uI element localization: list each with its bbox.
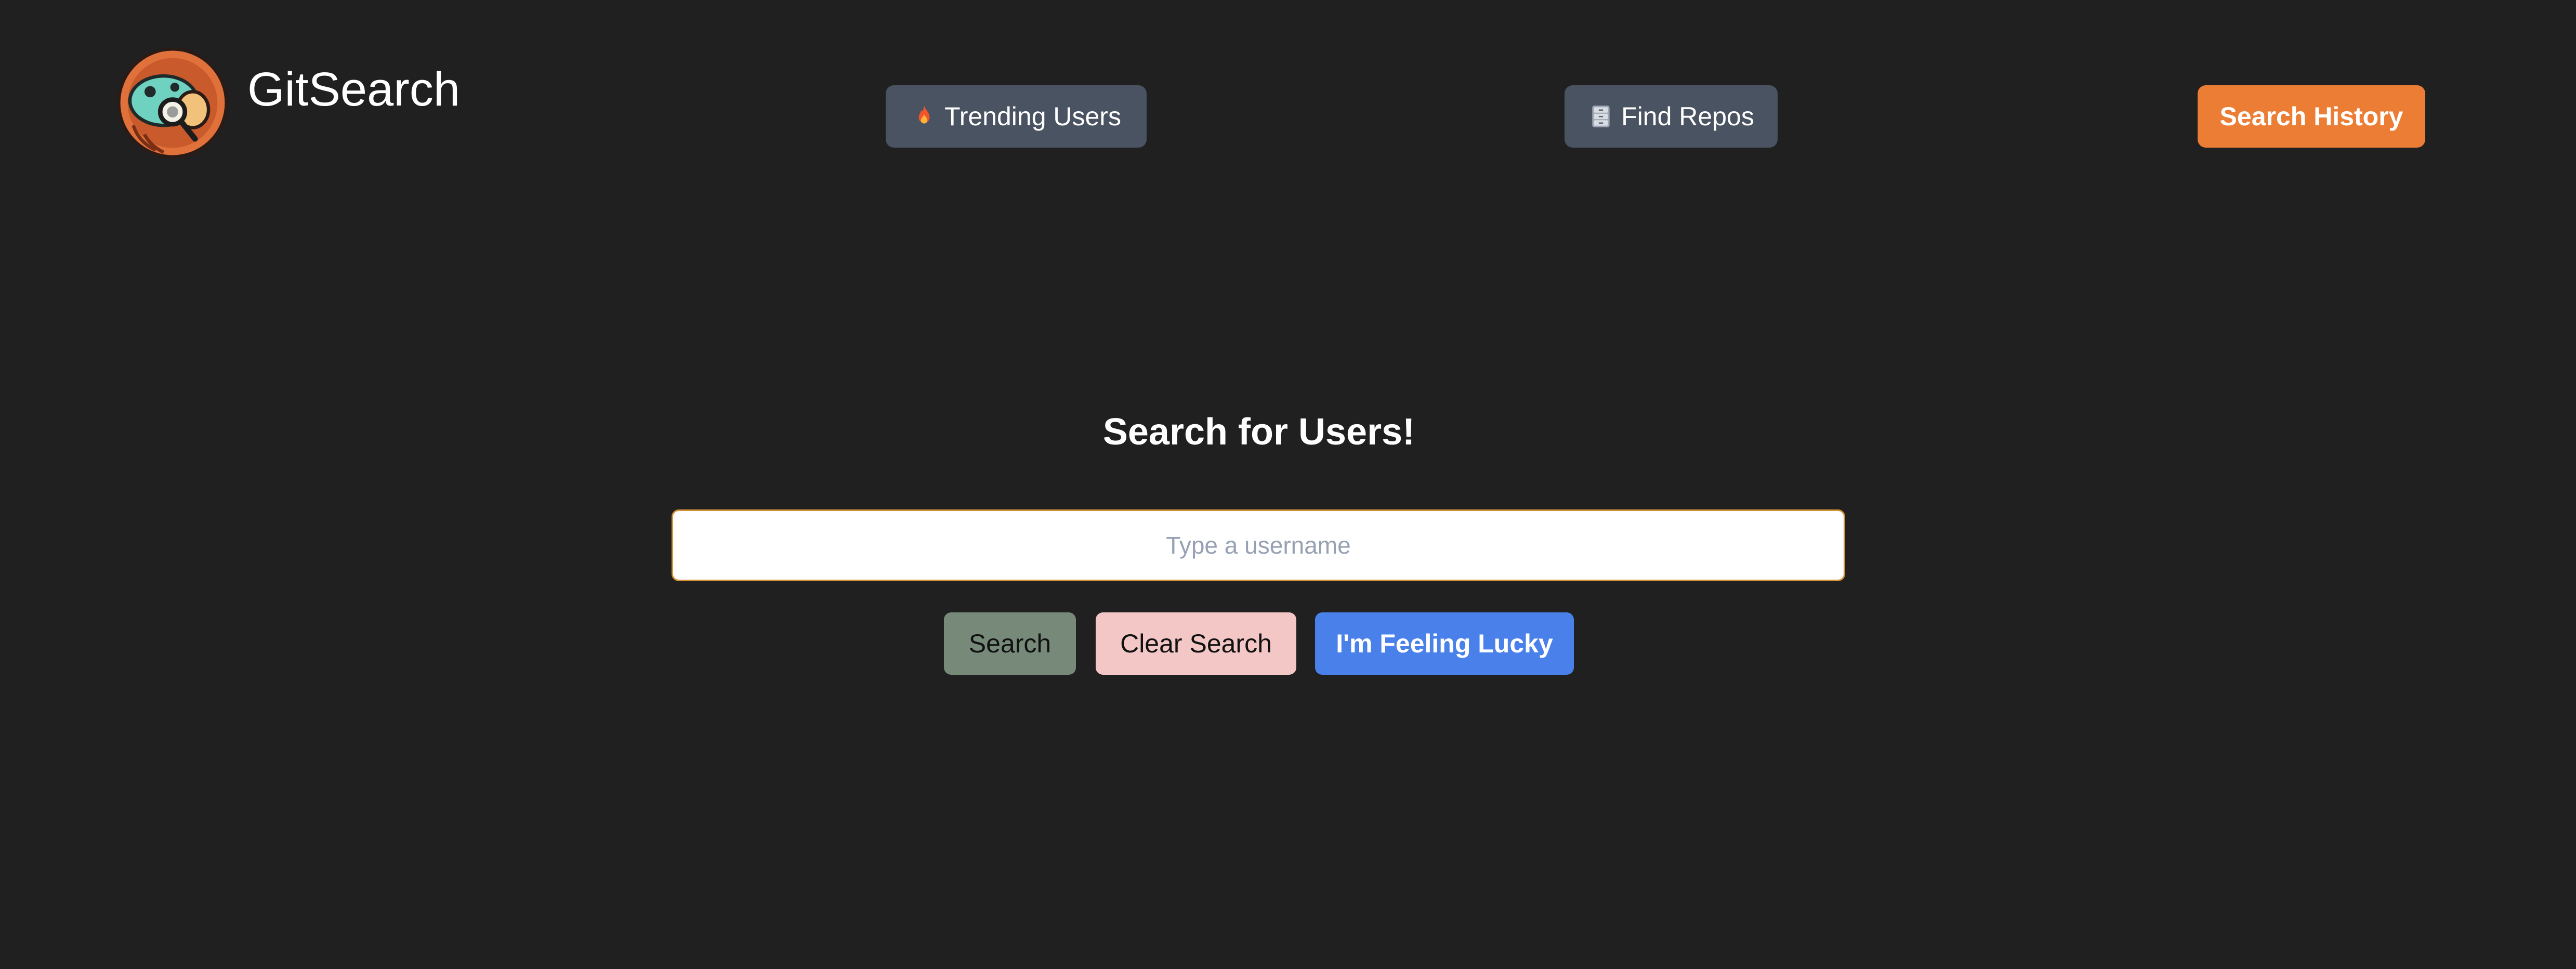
trending-users-button[interactable]: Trending Users [886, 85, 1147, 148]
trending-users-label: Trending Users [944, 102, 1121, 131]
username-search-input[interactable] [672, 509, 1845, 581]
page-title: Search for Users! [1102, 411, 1415, 453]
find-repos-button[interactable]: Find Repos [1565, 85, 1778, 148]
clear-search-button[interactable]: Clear Search [1096, 612, 1296, 675]
feeling-lucky-button[interactable]: I'm Feeling Lucky [1315, 612, 1574, 675]
page: GitSearch Trending Users Find Repos Sear… [0, 0, 2576, 969]
search-button[interactable]: Search [944, 612, 1076, 675]
fire-icon [911, 103, 937, 129]
app-title: GitSearch [247, 63, 461, 116]
search-history-label: Search History [2219, 102, 2403, 131]
search-history-button[interactable]: Search History [2198, 85, 2425, 148]
magnifier-creature-logo-icon[interactable] [116, 47, 229, 159]
find-repos-label: Find Repos [1621, 102, 1754, 131]
filing-cabinet-icon [1588, 103, 1614, 129]
